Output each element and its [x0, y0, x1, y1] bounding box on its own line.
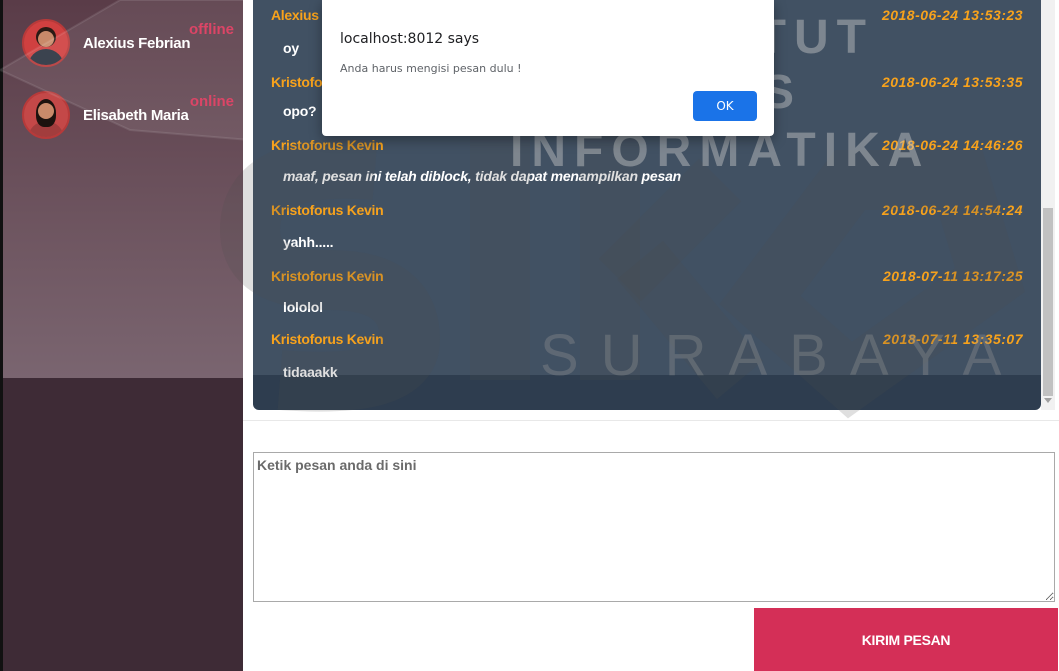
avatar	[22, 19, 70, 67]
message-sender: Kristoforus Kevin	[271, 202, 384, 218]
message-text: maaf, pesan ini telah diblock, tidak dap…	[283, 168, 682, 184]
alert-message: Anda harus mengisi pesan dulu !	[340, 62, 522, 75]
contact-item[interactable]: Elisabeth Maria online	[22, 89, 242, 141]
message-header: Kristoforus Kevin 2018-07-11 13:17:25	[271, 266, 1031, 286]
message-sender: Kristofo	[271, 74, 323, 90]
message-sender: Kristoforus Kevin	[271, 268, 384, 284]
avatar	[22, 91, 70, 139]
scroll-thumb[interactable]	[1043, 208, 1053, 396]
message-header: Kristoforus Kevin 2018-06-24 14:46:26	[271, 135, 1031, 155]
message-input[interactable]	[253, 452, 1055, 602]
contact-name: Alexius Febrian	[83, 34, 191, 52]
contact-item[interactable]: Alexius Febrian offline	[22, 17, 242, 69]
message-sender: Alexius	[271, 7, 319, 23]
alert-title: localhost:8012 says	[340, 31, 480, 47]
send-message-button[interactable]: KIRIM PESAN	[754, 608, 1058, 671]
alert-dialog: localhost:8012 says Anda harus mengisi p…	[322, 0, 774, 136]
divider	[243, 420, 1059, 421]
message-text: yahh.....	[283, 234, 334, 250]
message-header: Kristoforus Kevin 2018-07-11 13:35:07	[271, 329, 1031, 349]
message-sender: Kristoforus Kevin	[271, 331, 384, 347]
contact-status: online	[189, 93, 234, 110]
message-sender: Kristoforus Kevin	[271, 137, 384, 153]
message-header: Kristoforus Kevin 2018-06-24 14:54:24	[271, 200, 1031, 220]
message-text: opo?	[283, 103, 317, 119]
message-text: oy	[283, 40, 299, 56]
chat-scrollbar[interactable]	[1041, 0, 1055, 410]
contact-sidebar: Alexius Febrian offline Elisabeth Maria …	[0, 0, 243, 671]
contact-status: offline	[189, 21, 234, 38]
message-time: 2018-07-11 13:35:07	[882, 331, 1023, 347]
message-text: lololol	[283, 299, 323, 315]
message-time: 2018-06-24 14:54:24	[881, 202, 1023, 218]
alert-ok-button[interactable]: OK	[693, 91, 757, 121]
scroll-down-arrow-icon[interactable]	[1044, 398, 1052, 403]
message-time: 2018-06-24 14:46:26	[881, 137, 1023, 153]
message-time: 2018-06-24 13:53:35	[881, 74, 1023, 90]
message-time: 2018-07-11 13:17:25	[882, 268, 1023, 284]
message-time: 2018-06-24 13:53:23	[881, 7, 1023, 23]
contact-name: Elisabeth Maria	[83, 106, 189, 124]
message-text: tidaaakk	[283, 364, 338, 380]
